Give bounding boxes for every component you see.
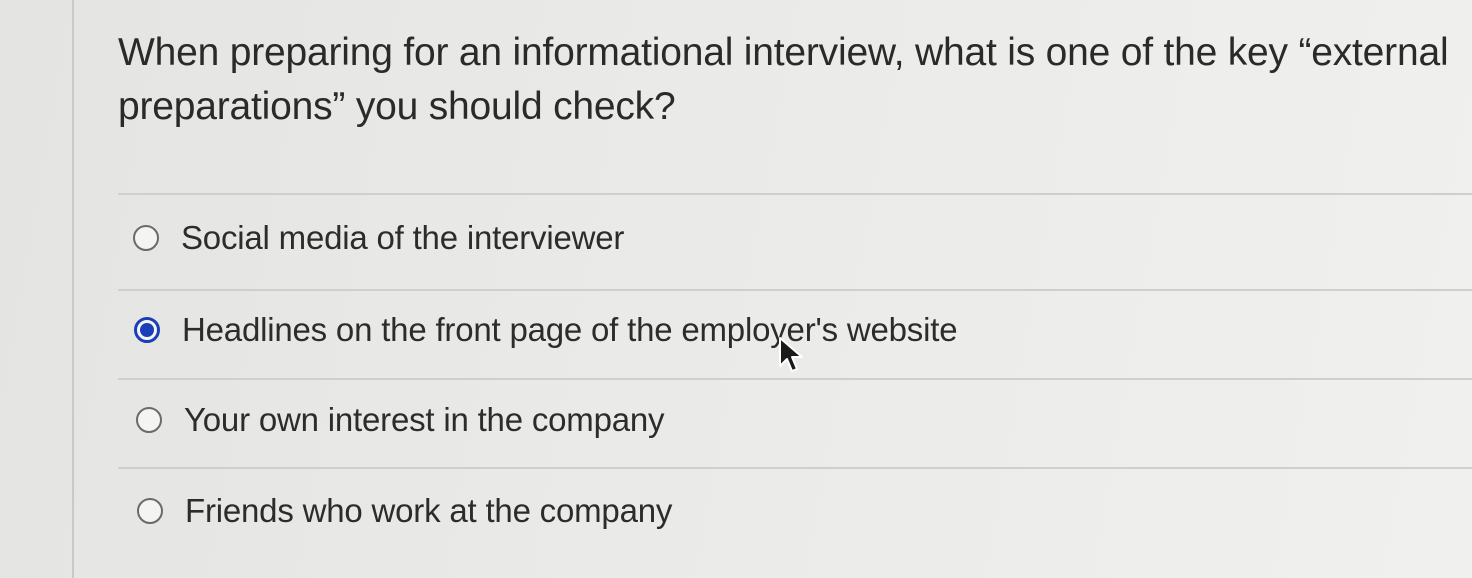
option-own-interest[interactable]: Your own interest in the company bbox=[136, 396, 665, 444]
mouse-pointer-icon bbox=[779, 337, 803, 372]
option-social-media[interactable]: Social media of the interviewer bbox=[133, 214, 624, 262]
left-border bbox=[72, 0, 74, 578]
radio-button[interactable] bbox=[136, 407, 162, 433]
option-label: Headlines on the front page of the emplo… bbox=[182, 311, 958, 348]
quiz-page: When preparing for an informational inte… bbox=[0, 0, 1472, 578]
option-label: Social media of the interviewer bbox=[181, 219, 625, 256]
divider bbox=[118, 467, 1472, 469]
radio-button-selected[interactable] bbox=[134, 317, 160, 343]
option-headlines[interactable]: Headlines on the front page of the emplo… bbox=[134, 306, 958, 354]
radio-button[interactable] bbox=[137, 498, 163, 524]
option-friends[interactable]: Friends who work at the company bbox=[137, 487, 672, 535]
option-label: Your own interest in the company bbox=[184, 401, 665, 438]
divider bbox=[118, 289, 1472, 291]
question-text: When preparing for an informational inte… bbox=[118, 31, 1449, 128]
divider bbox=[118, 378, 1472, 380]
divider bbox=[118, 193, 1472, 195]
radio-button[interactable] bbox=[133, 225, 159, 251]
option-label: Friends who work at the company bbox=[185, 492, 673, 529]
